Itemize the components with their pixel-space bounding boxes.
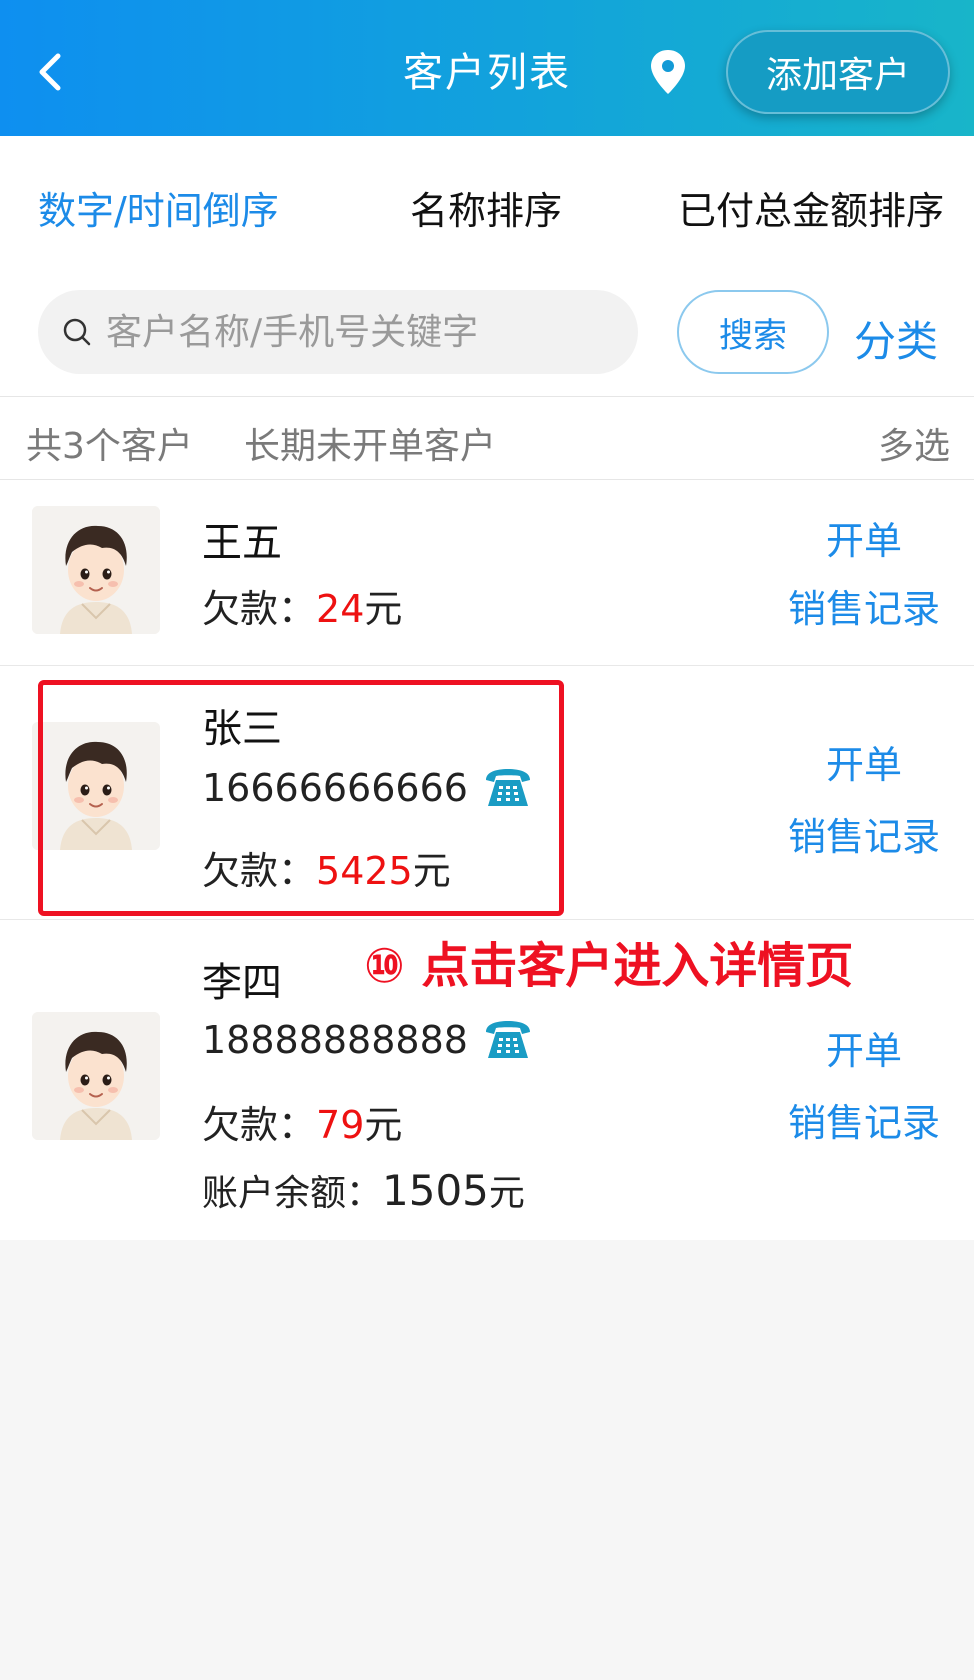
- customer-row[interactable]: 张三 16666666666 欠款：5425元 开单 销售记录: [0, 666, 974, 920]
- customer-phone[interactable]: 18888888888: [202, 1018, 534, 1062]
- multi-select-button[interactable]: 多选: [878, 417, 950, 469]
- currency-unit: 元: [412, 849, 451, 893]
- customer-debt: 欠款：5425元: [202, 840, 451, 895]
- app-header: 客户列表 添加客户: [0, 0, 974, 136]
- search-button[interactable]: 搜索: [677, 290, 829, 374]
- balance-amount: 1505: [382, 1166, 489, 1215]
- phone-number: 16666666666: [202, 766, 468, 810]
- sales-history-button[interactable]: 销售记录: [788, 578, 940, 633]
- create-order-button[interactable]: 开单: [826, 734, 902, 789]
- customer-debt: 欠款：79元: [202, 1094, 402, 1149]
- customer-count: 共3个客户: [26, 426, 193, 467]
- sales-history-button[interactable]: 销售记录: [788, 806, 940, 861]
- customer-name: 李四: [202, 960, 282, 1006]
- customer-row[interactable]: 王五 欠款：24元 开单 销售记录: [0, 480, 974, 666]
- add-customer-button[interactable]: 添加客户: [726, 30, 950, 114]
- phone-number: 18888888888: [202, 1018, 468, 1062]
- create-order-button[interactable]: 开单: [826, 1020, 902, 1075]
- debt-amount: 5425: [316, 849, 413, 893]
- customer-name: 张三: [202, 706, 282, 752]
- summary-bar: 共3个客户 长期未开单客户 多选: [0, 396, 974, 480]
- balance-label: 账户余额：: [202, 1173, 383, 1214]
- debt-label: 欠款：: [202, 587, 317, 631]
- search-input[interactable]: [106, 311, 606, 353]
- tab-sort-time[interactable]: 数字/时间倒序: [38, 180, 279, 235]
- tab-sort-name[interactable]: 名称排序: [410, 180, 562, 235]
- customer-phone[interactable]: 16666666666: [202, 766, 534, 810]
- avatar: [32, 722, 160, 850]
- currency-unit: 元: [488, 1173, 525, 1214]
- location-pin-icon[interactable]: [648, 48, 688, 96]
- currency-unit: 元: [364, 587, 403, 631]
- customer-debt: 欠款：24元: [202, 578, 402, 633]
- debt-label: 欠款：: [202, 849, 317, 893]
- customer-name: 王五: [202, 520, 282, 566]
- telephone-icon[interactable]: [482, 766, 534, 810]
- debt-amount: 24: [316, 587, 365, 631]
- sales-history-button[interactable]: 销售记录: [788, 1092, 940, 1147]
- debt-amount: 79: [316, 1103, 365, 1147]
- inactive-customers-link[interactable]: 长期未开单客户: [244, 417, 496, 469]
- create-order-button[interactable]: 开单: [826, 510, 902, 565]
- empty-area: [0, 1240, 974, 1680]
- telephone-icon[interactable]: [482, 1018, 534, 1062]
- customer-balance: 账户余额：1505元: [202, 1164, 525, 1216]
- filter-panel: 数字/时间倒序 名称排序 已付总金额排序 搜索 分类: [0, 136, 974, 396]
- search-field[interactable]: [38, 290, 638, 374]
- currency-unit: 元: [364, 1103, 403, 1147]
- avatar: [32, 506, 160, 634]
- category-button[interactable]: 分类: [854, 308, 938, 369]
- tab-sort-paid-amount[interactable]: 已付总金额排序: [678, 180, 944, 235]
- tutorial-annotation: ⑩ 点击客户进入详情页: [364, 938, 854, 994]
- avatar: [32, 1012, 160, 1140]
- search-icon: [63, 318, 91, 346]
- debt-label: 欠款：: [202, 1103, 317, 1147]
